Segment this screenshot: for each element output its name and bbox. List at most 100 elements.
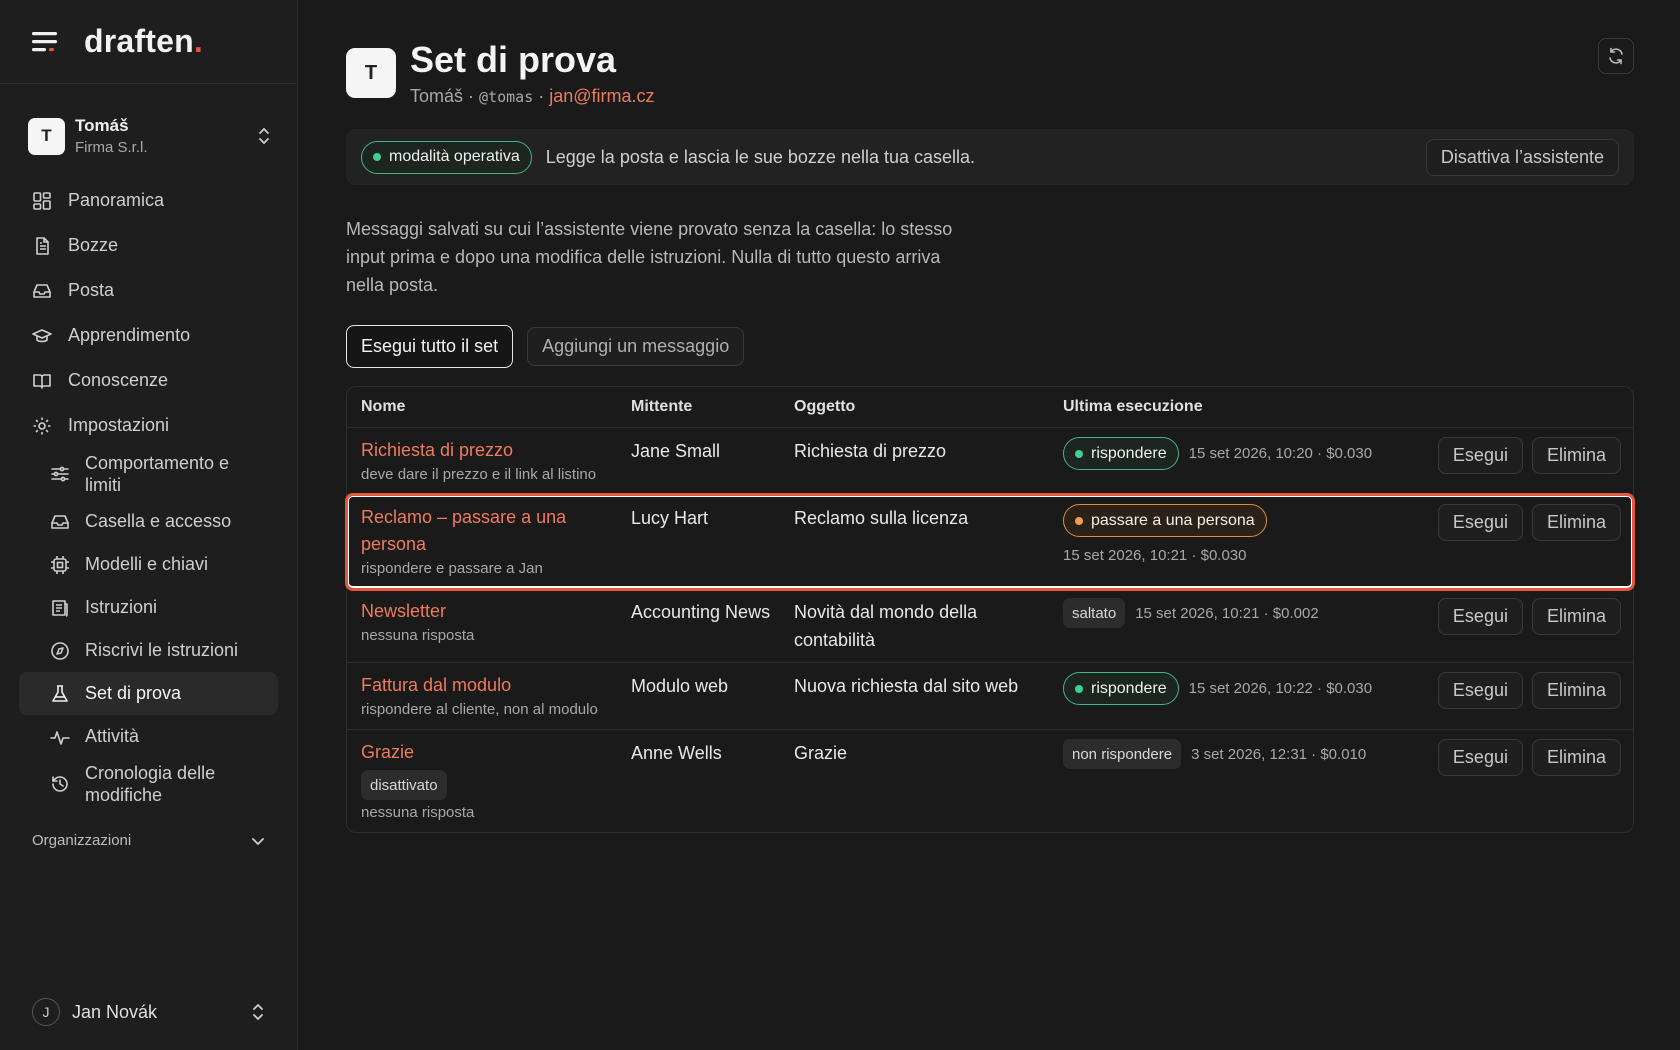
test-hint: rispondere al cliente, non al modulo [361,701,598,718]
inbox-icon [33,283,51,298]
account-switcher[interactable]: T Tomáš Firma S.r.l. [28,116,272,156]
test-name-link[interactable]: Grazie [361,739,617,766]
delete-button[interactable]: Elimina [1531,437,1621,474]
run-button[interactable]: Esegui [1437,437,1523,474]
brand-bar: draften. [0,0,297,84]
run-meta: 15 set 2026, 10:21 · $0.030 [1063,547,1247,564]
sidebar-item-rewrite[interactable]: Riscrivi le istruzioni [19,629,278,672]
delete-button[interactable]: Elimina [1531,504,1621,541]
book-icon [33,373,51,389]
account-org: Firma S.r.l. [75,139,148,156]
column-header-subject[interactable]: Oggetto [780,398,1049,416]
grid-icon [33,191,51,210]
owner-email-link[interactable]: jan@firma.cz [549,86,654,106]
sidebar-item-learning[interactable]: Apprendimento [0,313,297,358]
sidebar-item-activity[interactable]: Attività [19,715,278,758]
sidebar-item-mail[interactable]: Posta [0,268,297,313]
test-hint: deve dare il prezzo e il link al listino [361,466,597,483]
run-button[interactable]: Esegui [1437,672,1523,709]
separator: · [468,86,475,106]
result-badge: rispondere [1063,437,1179,470]
sidebar-item-label: Casella e accesso [85,511,232,531]
result-tag: non rispondere [1063,739,1182,769]
sidebar-item-label: Set di prova [85,683,182,703]
sidebar-item-overview[interactable]: Panoramica [0,178,297,223]
user-menu[interactable]: J Jan Novák [32,998,266,1026]
mode-badge-label: modalità operativa [389,148,520,165]
sidebar-item-knowledge[interactable]: Conoscenze [0,358,297,403]
refresh-button[interactable] [1598,38,1634,74]
run-meta: 15 set 2026, 10:21 · $0.002 [1135,604,1319,622]
status-dot [373,153,381,161]
menu-icon[interactable] [32,31,60,53]
logo[interactable]: draften. [84,23,203,60]
graduation-cap-icon [32,328,52,342]
column-header-last-run[interactable]: Ultima esecuzione [1049,398,1387,416]
run-button[interactable]: Esegui [1437,598,1523,635]
sidebar-item-label: Bozze [68,235,119,255]
sidebar-item-drafts[interactable]: Bozze [0,223,297,268]
result-label: passare a una persona [1091,511,1255,529]
testset-table: Nome Mittente Oggetto Ultima esecuzione … [345,386,1635,833]
disable-assistant-button[interactable]: Disattiva l’assistente [1425,138,1619,176]
sidebar: draften. T Tomáš Firma S.r.l. Panoramica… [0,0,298,1050]
flask-icon [52,684,68,702]
test-name-link[interactable]: Reclamo – passare a una persona [361,504,617,558]
result-badge: rispondere [1063,672,1179,705]
subject-cell: Novità dal mondo della contabilità [794,602,978,650]
owner-name: Tomáš [410,86,464,106]
table-row-selected[interactable]: Reclamo – passare a una persona risponde… [345,493,1635,591]
user-avatar: J [32,998,60,1026]
sidebar-item-behavior[interactable]: Comportamento e limiti [19,448,278,500]
test-hint: rispondere e passare a Jan [361,560,543,577]
delete-button[interactable]: Elimina [1531,672,1621,709]
status-dot [1075,684,1083,693]
history-icon [52,776,68,792]
run-meta: 15 set 2026, 10:20 · $0.030 [1188,445,1373,462]
sidebar-item-history[interactable]: Cronologia delle modifiche [19,758,278,810]
column-header-sender[interactable]: Mittente [617,398,780,416]
sidebar-item-models[interactable]: Modelli e chiavi [19,543,278,586]
subject-cell: Grazie [794,743,848,763]
sidebar-item-mailbox[interactable]: Casella e accesso [19,500,278,543]
test-hint: nessuna risposta [361,627,475,644]
sender-cell: Lucy Hart [631,508,709,528]
sidebar-item-label: Apprendimento [68,325,191,345]
delete-button[interactable]: Elimina [1531,598,1621,635]
subject-cell: Reclamo sulla licenza [794,508,969,528]
sidebar-item-label: Riscrivi le istruzioni [85,640,239,660]
run-button[interactable]: Esegui [1437,504,1523,541]
sidebar-item-label: Modelli e chiavi [85,554,209,574]
sidebar-item-instructions[interactable]: Istruzioni [19,586,278,629]
delete-button[interactable]: Elimina [1531,739,1621,776]
refresh-icon [1609,47,1623,65]
status-dot [1075,516,1083,525]
test-name-link[interactable]: Fattura dal modulo [361,672,617,699]
action-bar: Esegui tutto il set Aggiungi un messaggi… [346,325,1634,368]
run-all-button[interactable]: Esegui tutto il set [346,325,514,368]
add-message-button[interactable]: Aggiungi un messaggio [527,327,745,366]
organizations-toggle[interactable]: Organizzazioni [32,832,265,849]
run-meta: 15 set 2026, 10:22 · $0.030 [1188,680,1373,697]
account-name: Tomáš [75,116,129,135]
list-icon [52,599,68,617]
result-badge: passare a una persona [1063,504,1267,537]
status-dot [1075,449,1083,458]
table-row: Fattura dal modulo rispondere al cliente… [347,663,1633,730]
owner-handle: @tomas [479,88,534,106]
sender-cell: Accounting News [631,602,771,622]
page-title: Set di prova [410,39,617,80]
table-header: Nome Mittente Oggetto Ultima esecuzione [347,387,1633,428]
column-header-name[interactable]: Nome [347,398,617,416]
test-name-link[interactable]: Richiesta di prezzo [361,437,617,464]
sidebar-item-settings[interactable]: Impostazioni [0,403,297,448]
gear-icon [33,417,51,434]
mode-badge: modalità operativa [361,140,532,174]
subject-cell: Richiesta di prezzo [794,441,947,461]
mode-description: Legge la posta e lascia le sue bozze nel… [545,146,976,167]
test-name-link[interactable]: Newsletter [361,598,617,625]
run-button[interactable]: Esegui [1437,739,1523,776]
sidebar-item-testset[interactable]: Set di prova [19,672,278,715]
page-header: T Set di prova Tomáš · @tomas · jan@firm… [346,40,1634,107]
activity-icon [50,730,70,745]
